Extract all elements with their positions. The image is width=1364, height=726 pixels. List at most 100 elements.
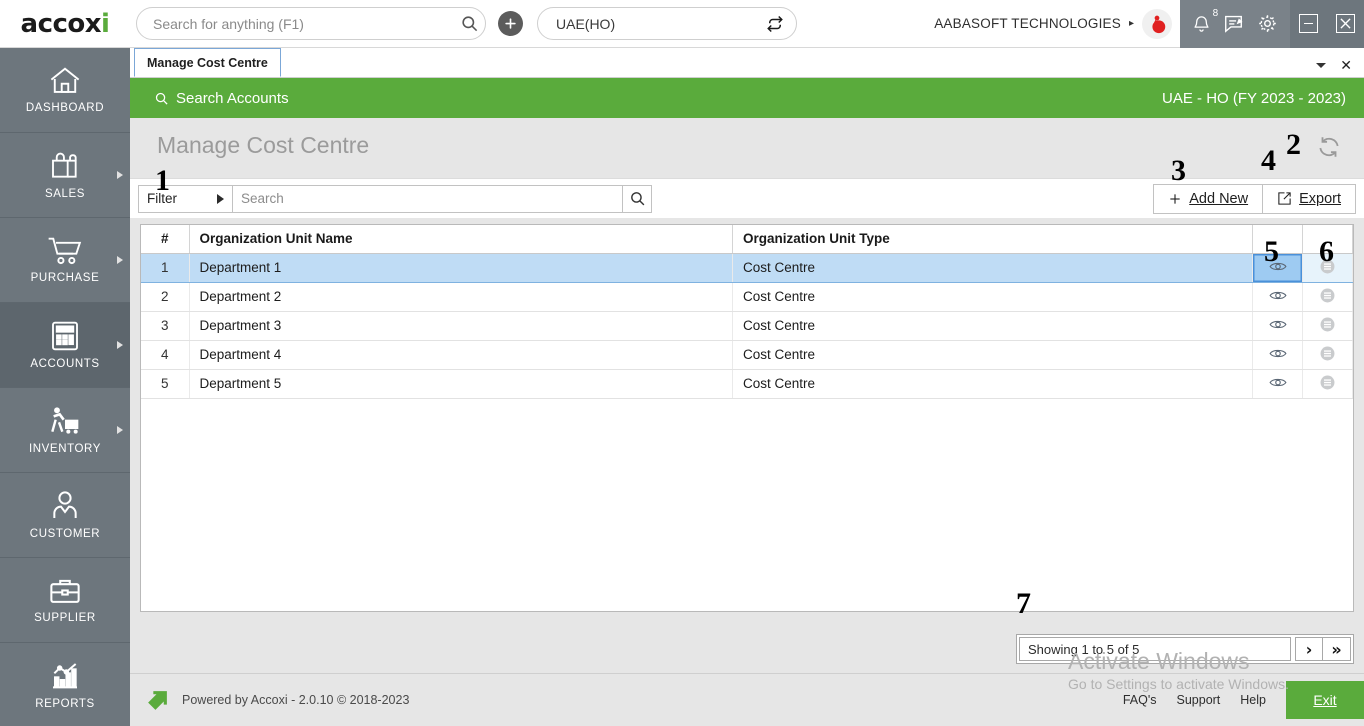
row-menu-button[interactable] — [1302, 253, 1353, 283]
row-menu-button[interactable] — [1302, 282, 1353, 312]
plus-icon[interactable] — [498, 11, 523, 36]
table-row[interactable]: 3 Department 3 Cost Centre — [141, 311, 1353, 341]
bar-chart-icon — [53, 663, 77, 689]
global-search[interactable] — [136, 7, 486, 40]
gear-icon[interactable] — [1257, 13, 1278, 34]
last-page-button[interactable]: » — [1323, 637, 1351, 661]
page-title: Manage Cost Centre — [157, 132, 370, 158]
hamburger-circle-icon[interactable] — [1319, 316, 1336, 333]
exit-button[interactable]: Exit — [1286, 681, 1364, 719]
eye-icon[interactable] — [1268, 318, 1287, 331]
swap-icon[interactable] — [766, 15, 784, 33]
row-menu-button[interactable] — [1302, 369, 1353, 399]
row-unit-type: Cost Centre — [732, 253, 1253, 283]
export-button[interactable]: Export — [1263, 183, 1356, 214]
close-icon[interactable] — [1336, 14, 1355, 33]
sidebar-item-label: DASHBOARD — [25, 102, 105, 114]
row-index: 4 — [141, 340, 190, 370]
sidebar-item-customer[interactable]: CUSTOMER — [0, 473, 130, 558]
search-accounts-button[interactable]: Search Accounts — [154, 90, 289, 107]
chevron-down-icon[interactable] — [1316, 62, 1327, 68]
row-view-button[interactable] — [1252, 282, 1303, 312]
table-row[interactable]: 2 Department 2 Cost Centre — [141, 282, 1353, 312]
eye-icon[interactable] — [1268, 289, 1287, 302]
sidebar-item-sales[interactable]: SALES — [0, 133, 130, 218]
row-unit-name: Department 2 — [189, 282, 733, 312]
search-icon — [630, 192, 644, 206]
hamburger-circle-icon[interactable] — [1319, 345, 1336, 362]
eye-icon[interactable] — [1268, 260, 1287, 273]
list-search-input[interactable] — [241, 191, 614, 206]
sidebar-item-dashboard[interactable]: DASHBOARD — [0, 48, 130, 133]
bell-icon[interactable]: 8 — [1192, 8, 1218, 34]
row-index: 2 — [141, 282, 190, 312]
row-unit-type: Cost Centre — [732, 369, 1253, 399]
list-search-button[interactable] — [622, 184, 652, 213]
sidebar-item-label: CUSTOMER — [29, 528, 101, 540]
footer-link-help[interactable]: Help — [1240, 693, 1266, 707]
branch-selector[interactable]: UAE(HO) — [537, 7, 797, 40]
filter-dropdown[interactable]: Filter — [138, 184, 232, 213]
next-page-button[interactable]: › — [1295, 637, 1323, 661]
fiscal-context-label: UAE - HO (FY 2023 - 2023) — [1162, 89, 1346, 107]
row-view-button[interactable] — [1252, 253, 1303, 283]
filter-label: Filter — [147, 191, 177, 206]
list-search[interactable] — [232, 184, 622, 213]
chevron-right-icon — [117, 341, 123, 349]
chevron-right-icon — [117, 426, 123, 434]
eye-icon[interactable] — [1268, 347, 1287, 360]
row-index: 1 — [141, 253, 190, 283]
notes-icon[interactable] — [1223, 14, 1244, 33]
branch-value: UAE(HO) — [556, 15, 616, 32]
search-icon — [155, 92, 168, 105]
sidebar-item-label: SALES — [44, 188, 86, 200]
row-view-button[interactable] — [1252, 340, 1303, 370]
notification-badge: 8 — [1212, 7, 1219, 19]
sidebar-item-supplier[interactable]: SUPPLIER — [0, 558, 130, 643]
row-index: 3 — [141, 311, 190, 341]
pagination-status: Showing 1 to 5 of 5 — [1019, 637, 1291, 661]
add-new-label: Add New — [1189, 190, 1249, 207]
add-new-button[interactable]: Add New — [1153, 183, 1264, 214]
row-unit-type: Cost Centre — [732, 311, 1253, 341]
column-header-unit-type: Organization Unit Type — [732, 225, 1253, 254]
table-header-row: # Organization Unit Name Organization Un… — [141, 225, 1353, 254]
row-unit-type: Cost Centre — [732, 282, 1253, 312]
avatar[interactable] — [1142, 8, 1172, 39]
hamburger-circle-icon[interactable] — [1319, 287, 1336, 304]
footer-link-support[interactable]: Support — [1177, 693, 1221, 707]
company-menu[interactable]: AABASOFT TECHNOLOGIES ▸ — [934, 8, 1180, 39]
hamburger-circle-icon[interactable] — [1319, 374, 1336, 391]
chevron-right-icon: ▸ — [1128, 18, 1134, 29]
row-view-button[interactable] — [1252, 311, 1303, 341]
table-row[interactable]: 4 Department 4 Cost Centre — [141, 340, 1353, 370]
calculator-icon — [52, 321, 78, 351]
sidebar-item-label: INVENTORY — [28, 443, 102, 455]
cost-centre-table: # Organization Unit Name Organization Un… — [140, 224, 1354, 612]
hamburger-circle-icon[interactable] — [1319, 258, 1336, 275]
minimize-icon[interactable] — [1299, 14, 1318, 33]
sidebar-item-purchase[interactable]: PURCHASE — [0, 218, 130, 303]
row-menu-button[interactable] — [1302, 340, 1353, 370]
global-search-input[interactable] — [153, 15, 460, 32]
row-view-button[interactable] — [1252, 369, 1303, 399]
row-index: 5 — [141, 369, 190, 399]
sidebar-item-inventory[interactable]: INVENTORY — [0, 388, 130, 473]
footer-link-faqs[interactable]: FAQ's — [1123, 693, 1157, 707]
table-row[interactable]: 5 Department 5 Cost Centre — [141, 369, 1353, 399]
sidebar-item-reports[interactable]: REPORTS — [0, 643, 130, 726]
top-icon-group: 8 — [1180, 0, 1290, 48]
chevron-right-icon — [117, 171, 123, 179]
export-icon — [1278, 192, 1291, 205]
search-accounts-label: Search Accounts — [176, 89, 289, 107]
toolbar-actions: Add New Export — [1153, 183, 1356, 214]
sidebar-item-label: SUPPLIER — [34, 612, 96, 624]
eye-icon[interactable] — [1268, 376, 1287, 389]
sidebar-item-accounts[interactable]: ACCOUNTS — [0, 303, 130, 388]
row-menu-button[interactable] — [1302, 311, 1353, 341]
search-icon[interactable] — [460, 14, 479, 33]
refresh-icon[interactable] — [1316, 134, 1342, 165]
table-row[interactable]: 1 Department 1 Cost Centre — [141, 253, 1353, 283]
tab-close-icon[interactable]: ✕ — [1340, 58, 1352, 72]
tab-manage-cost-centre[interactable]: Manage Cost Centre — [134, 48, 281, 77]
